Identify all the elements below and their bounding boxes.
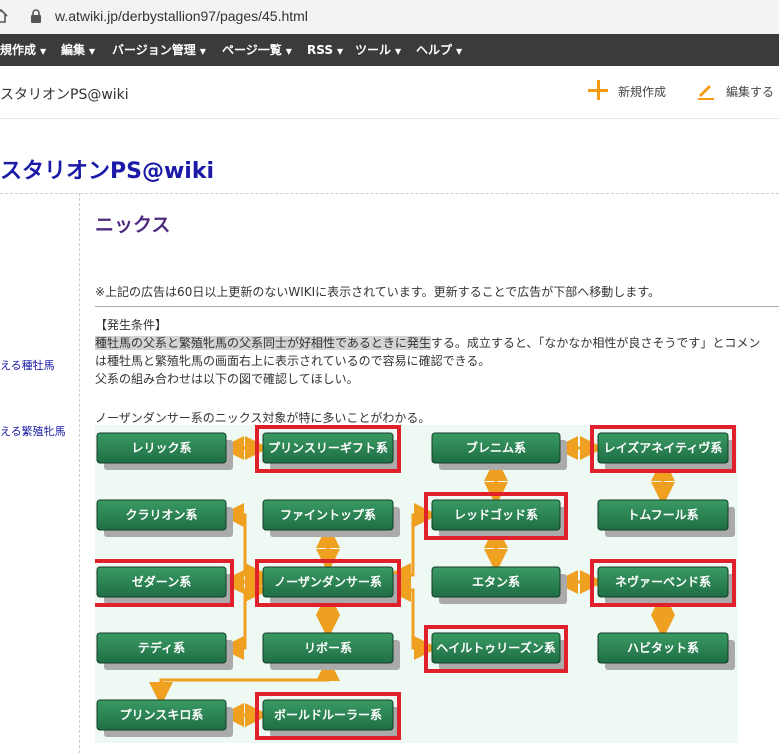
node-label: リボー系 — [304, 640, 352, 655]
node-label: プリンスリーギフト系 — [268, 440, 388, 455]
node-teddy: テディ系 — [96, 632, 233, 670]
node-label: ネヴァーベンド系 — [615, 574, 711, 589]
node-label: レッドゴッド系 — [454, 507, 538, 522]
node-zeddaan: ゼダーン系 — [95, 559, 234, 607]
node-label: ノーザンダンサー系 — [274, 574, 382, 589]
menu-new-page[interactable]: 規作成 ▼ — [0, 34, 46, 66]
node-redgod: レッドゴッド系 — [424, 492, 568, 540]
site-name-link[interactable]: スタリオンPS@wiki — [0, 84, 129, 104]
node-label: クラリオン系 — [125, 507, 197, 522]
plus-icon — [588, 80, 608, 100]
menu-rss[interactable]: RSS ▼ — [307, 34, 343, 66]
site-header-bar: スタリオンPS@wiki 新規作成 編集する — [0, 66, 779, 119]
node-ribot: リボー系 — [262, 632, 400, 670]
node-label: ブレニム系 — [466, 440, 526, 455]
node-label: ハビタット系 — [627, 640, 699, 655]
node-label: ヘイルトゥリーズン系 — [436, 640, 555, 655]
paragraph-line-2: は種牡馬と繁殖牝馬の画面右上に表示されているので容易に確認できる。 — [95, 354, 491, 368]
content-divider — [95, 306, 779, 307]
node-label: ゼダーン系 — [132, 574, 191, 589]
menu-version-control[interactable]: バージョン管理 ▼ — [112, 34, 206, 66]
node-never: ネヴァーベンド系 — [590, 559, 736, 607]
node-label: ファイントップ系 — [280, 507, 376, 522]
nicks-diagram: レリック系 プリンスリーギフト系 ブレニム系 レイズアネイティヴ系クラリオン系 ファイン… — [95, 425, 738, 743]
node-relic: レリック系 — [96, 432, 233, 470]
paragraph-line-1: 種牡馬の父系と繁殖牝馬の父系同士が好相性であるときに発生する。成立すると、「なか… — [95, 334, 760, 352]
node-blenheim: ブレニム系 — [431, 432, 567, 470]
browser-url-bar: w.atwiki.jp/derbystallion97/pages/45.htm… — [0, 0, 779, 34]
node-label: レイズアネイティヴ系 — [604, 440, 723, 455]
node-label: トムフール系 — [627, 507, 698, 522]
lock-icon[interactable] — [30, 9, 42, 24]
node-habitat: ハビタット系 — [597, 632, 735, 670]
section-heading: 【発生条件】 — [95, 318, 168, 332]
site-title[interactable]: スタリオンPS@wiki — [0, 153, 214, 185]
sidebar-link-broodmares[interactable]: える繁殖牝馬 — [0, 423, 66, 439]
node-bold: ボールドルーラー系 — [255, 692, 401, 740]
menu-tools[interactable]: ツール ▼ — [355, 34, 401, 66]
paragraph-line-1-rest: する。成立すると、「なかなか相性が良さそうです」とコメン — [430, 336, 761, 350]
highlighted-text: 種牡馬の父系と繁殖牝馬の父系同士が好相性であるときに発生 — [95, 336, 431, 350]
node-princequillo: プリンスキロ系 — [96, 699, 233, 737]
home-icon[interactable] — [0, 9, 8, 23]
nicks-diagram-svg: レリック系 プリンスリーギフト系 ブレニム系 レイズアネイティヴ系クラリオン系 ファイン… — [95, 425, 736, 740]
node-princely: プリンスリーギフト系 — [255, 425, 401, 473]
pencil-icon — [698, 85, 714, 100]
node-raise: レイズアネイティヴ系 — [590, 425, 736, 473]
node-label: レリック系 — [131, 440, 191, 455]
address-bar-url[interactable]: w.atwiki.jp/derbystallion97/pages/45.htm… — [55, 8, 308, 24]
menu-page-list[interactable]: ページ一覧 ▼ — [222, 34, 292, 66]
node-northern: ノーザンダンサー系 — [255, 559, 401, 607]
node-etan: エタン系 — [431, 566, 567, 604]
node-label: プリンスキロ系 — [120, 707, 204, 722]
divider — [0, 193, 779, 194]
sidebar-divider — [79, 193, 80, 753]
node-label: テディ系 — [138, 640, 185, 655]
wiki-menubar: 規作成 ▼ 編集 ▼ バージョン管理 ▼ ページ一覧 ▼ RSS ▼ ツール ▼ ヘルプ ▼ — [0, 34, 779, 66]
node-label: エタン系 — [472, 574, 520, 589]
node-finetop: ファイントップ系 — [262, 499, 400, 537]
new-page-label: 新規作成 — [618, 85, 667, 99]
node-hail: ヘイルトゥリーズン系 — [424, 625, 568, 673]
menu-edit[interactable]: 編集 ▼ — [61, 34, 95, 66]
sidebar-link-stallions[interactable]: える種牡馬 — [0, 357, 55, 373]
node-tomfool: トムフール系 — [597, 499, 735, 537]
page-title: ニックス — [95, 214, 171, 236]
menu-help[interactable]: ヘルプ ▼ — [416, 34, 462, 66]
node-label: ボールドルーラー系 — [274, 707, 382, 722]
paragraph-line-3: 父系の組み合わせは以下の図で確認してほしい。 — [95, 372, 359, 386]
edit-page-label: 編集する — [726, 85, 775, 99]
node-clarion: クラリオン系 — [96, 499, 233, 537]
ad-notice: ※上記の広告は60日以上更新のないWIKIに表示されています。更新することで広告… — [95, 285, 661, 299]
